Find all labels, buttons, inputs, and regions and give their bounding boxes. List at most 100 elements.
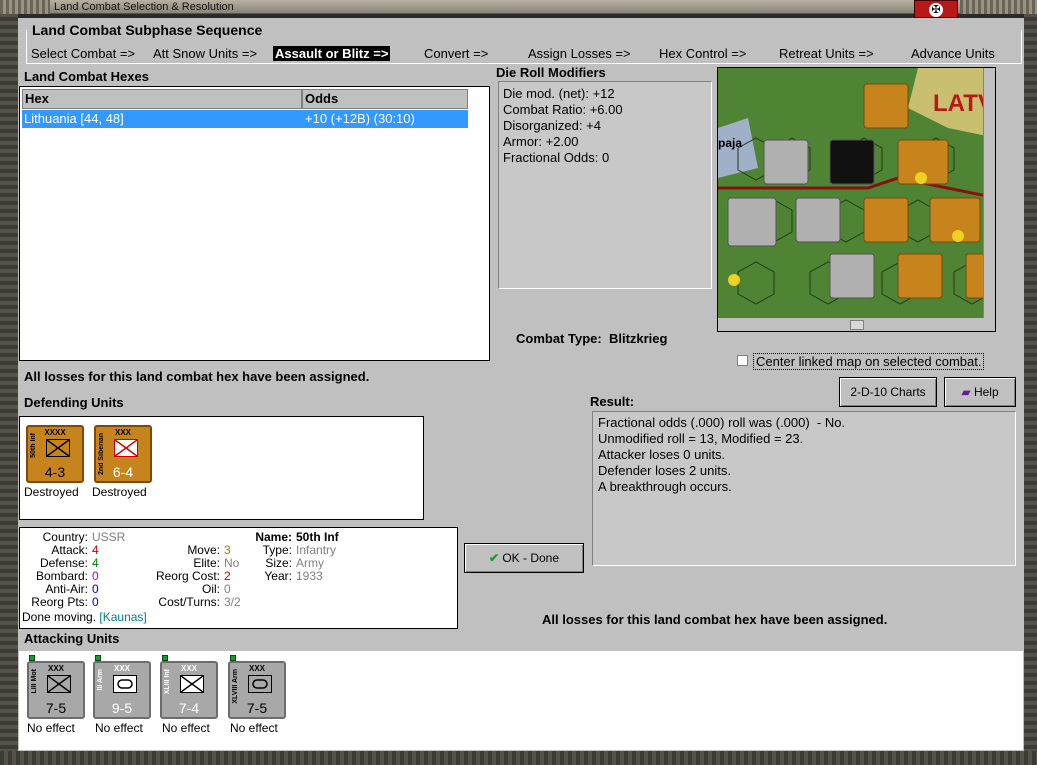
step-convert: Convert => bbox=[424, 46, 489, 61]
unit-info-panel: Country: Attack: Defense: Bombard: Anti-… bbox=[19, 527, 458, 629]
map-horizontal-scrollbar[interactable] bbox=[734, 320, 982, 330]
help-button[interactable]: ▰ Help bbox=[944, 377, 1016, 407]
unit-name: LIII Mot bbox=[31, 669, 38, 694]
attacking-unit-counter[interactable]: XXX LIII Mot 7-5 bbox=[27, 661, 85, 719]
modifier-combat-ratio: Combat Ratio: +6.00 bbox=[503, 102, 623, 117]
attacking-unit-status: No effect bbox=[27, 721, 75, 735]
defending-units-panel: XXXX 50th Inf 4-3 Destroyed XXX 2nd Sibe… bbox=[19, 416, 424, 520]
attacking-unit-counter[interactable]: XXX III Arm 9-5 bbox=[93, 661, 151, 719]
frame-left bbox=[0, 14, 18, 765]
column-header-hex[interactable]: Hex bbox=[22, 89, 302, 109]
infantry-icon bbox=[180, 675, 204, 693]
attacking-unit-status: No effect bbox=[162, 721, 210, 735]
losses-assigned-message-2: All losses for this land combat hex have… bbox=[542, 612, 888, 627]
odds-cell: +10 (+12B) (30:10) bbox=[305, 111, 415, 126]
reorgpts-label: Reorg Pts: bbox=[31, 595, 88, 609]
done-moving-line: Done moving. [Kaunas] bbox=[22, 610, 147, 624]
attacking-unit-status: No effect bbox=[95, 721, 143, 735]
infantry-icon bbox=[114, 439, 138, 457]
center-map-label[interactable]: Center linked map on selected combat. bbox=[753, 353, 985, 370]
step-assign-losses: Assign Losses => bbox=[528, 46, 631, 61]
ok-done-button[interactable]: ✔ OK - Done bbox=[464, 543, 584, 573]
defending-title: Defending Units bbox=[24, 395, 124, 410]
help-button-label: Help bbox=[973, 385, 999, 399]
sequence-title: Land Combat Subphase Sequence bbox=[32, 22, 263, 38]
table-row[interactable]: Lithuania [44, 48] +10 (+12B) (30:10) bbox=[22, 110, 468, 128]
costturns-value: 3/2 bbox=[224, 595, 241, 609]
armor-icon bbox=[248, 675, 272, 693]
modifier-net: Die mod. (net): +12 bbox=[503, 86, 615, 101]
result-line: Defender loses 2 units. bbox=[598, 463, 731, 478]
infantry-icon bbox=[46, 439, 70, 457]
result-box: Fractional odds (.000) roll was (.000) -… bbox=[592, 411, 1016, 566]
info-values-col3: 50th Inf Infantry Army 1933 bbox=[296, 531, 339, 583]
column-header-odds[interactable]: Odds bbox=[302, 89, 468, 109]
year-value: 1933 bbox=[296, 569, 323, 583]
combat-type: Combat Type: Blitzkrieg bbox=[516, 331, 667, 346]
attacking-unit-counter[interactable]: XXX XLIII Inf 7-4 bbox=[160, 661, 218, 719]
help-book-icon: ▰ bbox=[961, 385, 971, 399]
location-value: [Kaunas] bbox=[99, 610, 147, 624]
done-moving-text: Done moving. bbox=[22, 610, 97, 624]
modifier-armor: Armor: +2.00 bbox=[503, 134, 579, 149]
unit-name: XLVIII Arm bbox=[232, 669, 239, 704]
map-place-label: paja bbox=[718, 136, 743, 150]
modifiers-box: Die mod. (net): +12 Combat Ratio: +6.00 … bbox=[498, 81, 712, 289]
info-labels-col2: Move: Elite: Reorg Cost: Oil: Cost/Turns… bbox=[138, 544, 220, 609]
ok-done-label: OK - Done bbox=[502, 551, 560, 565]
result-line: Fractional odds (.000) roll was (.000) -… bbox=[598, 415, 846, 430]
armor-icon bbox=[113, 675, 137, 693]
charts-button[interactable]: 2-D-10 Charts bbox=[839, 377, 937, 407]
defending-unit-counter[interactable]: XXXX 50th Inf 4-3 bbox=[26, 425, 84, 483]
attacking-unit-counter[interactable]: XXX XLVIII Arm 7-5 bbox=[228, 661, 286, 719]
result-line: Unmodified roll = 13, Modified = 23. bbox=[598, 431, 804, 446]
step-att-snow-units: Att Snow Units => bbox=[153, 46, 258, 61]
title-bar-grip-right bbox=[960, 0, 1037, 14]
info-values-col2: 3 No 2 0 3/2 bbox=[224, 544, 241, 609]
combat-type-value: Blitzkrieg bbox=[608, 331, 668, 346]
info-labels-col1: Country: Attack: Defense: Bombard: Anti-… bbox=[24, 531, 88, 609]
step-hex-control: Hex Control => bbox=[659, 46, 747, 61]
hexes-title: Land Combat Hexes bbox=[24, 69, 149, 84]
motorized-icon bbox=[47, 675, 71, 693]
map-vertical-scrollbar[interactable] bbox=[983, 68, 995, 318]
costturns-label: Cost/Turns: bbox=[158, 595, 220, 609]
defending-unit-counter[interactable]: XXX 2nd Siberian 6-4 bbox=[94, 425, 152, 483]
unit-name: XLIII Inf bbox=[164, 669, 171, 695]
frame-bottom bbox=[0, 751, 1037, 765]
defending-unit-status: Destroyed bbox=[24, 485, 79, 499]
unit-values: 4-3 bbox=[44, 464, 66, 480]
linked-map[interactable]: LATV paja bbox=[717, 67, 996, 332]
title-bar-grip bbox=[0, 0, 50, 14]
window-title: Land Combat Selection & Resolution bbox=[54, 1, 234, 13]
attacking-title: Attacking Units bbox=[24, 631, 120, 646]
defending-unit-status: Destroyed bbox=[92, 485, 147, 499]
reorgpts-value: 0 bbox=[92, 595, 99, 609]
unit-values: 6-4 bbox=[112, 464, 134, 480]
result-title: Result: bbox=[590, 394, 635, 409]
hex-cell: Lithuania [44, 48] bbox=[24, 111, 124, 126]
frame-right bbox=[1024, 14, 1037, 765]
hexes-grid: Hex Odds Lithuania [44, 48] +10 (+12B) (… bbox=[19, 86, 490, 361]
unit-values: 7-5 bbox=[246, 700, 268, 716]
step-retreat-units: Retreat Units => bbox=[779, 46, 874, 61]
center-map-checkbox[interactable] bbox=[737, 355, 748, 366]
modifier-fractional-odds: Fractional Odds: 0 bbox=[503, 150, 610, 165]
modifiers-title: Die Roll Modifiers bbox=[496, 65, 606, 80]
title-bar: Land Combat Selection & Resolution ✠ bbox=[0, 0, 1037, 18]
info-values-col1: USSR 4 4 0 0 0 bbox=[92, 531, 125, 609]
german-flag-icon: ✠ bbox=[914, 0, 958, 18]
step-assault-or-blitz: Assault or Blitz => bbox=[273, 46, 391, 61]
checkmark-icon: ✔ bbox=[488, 551, 499, 565]
unit-name: III Arm bbox=[97, 669, 104, 691]
unit-values: 9-5 bbox=[111, 700, 133, 716]
modifier-disorganized: Disorganized: +4 bbox=[503, 118, 601, 133]
attacking-unit-status: No effect bbox=[230, 721, 278, 735]
result-line: Attacker loses 0 units. bbox=[598, 447, 726, 462]
step-select-combat: Select Combat => bbox=[31, 46, 136, 61]
unit-values: 7-5 bbox=[45, 700, 67, 716]
step-advance-units: Advance Units bbox=[911, 46, 995, 61]
result-line: A breakthrough occurs. bbox=[598, 479, 732, 494]
map-scroll-thumb[interactable] bbox=[850, 320, 864, 330]
combat-type-label: Combat Type: bbox=[516, 331, 602, 346]
